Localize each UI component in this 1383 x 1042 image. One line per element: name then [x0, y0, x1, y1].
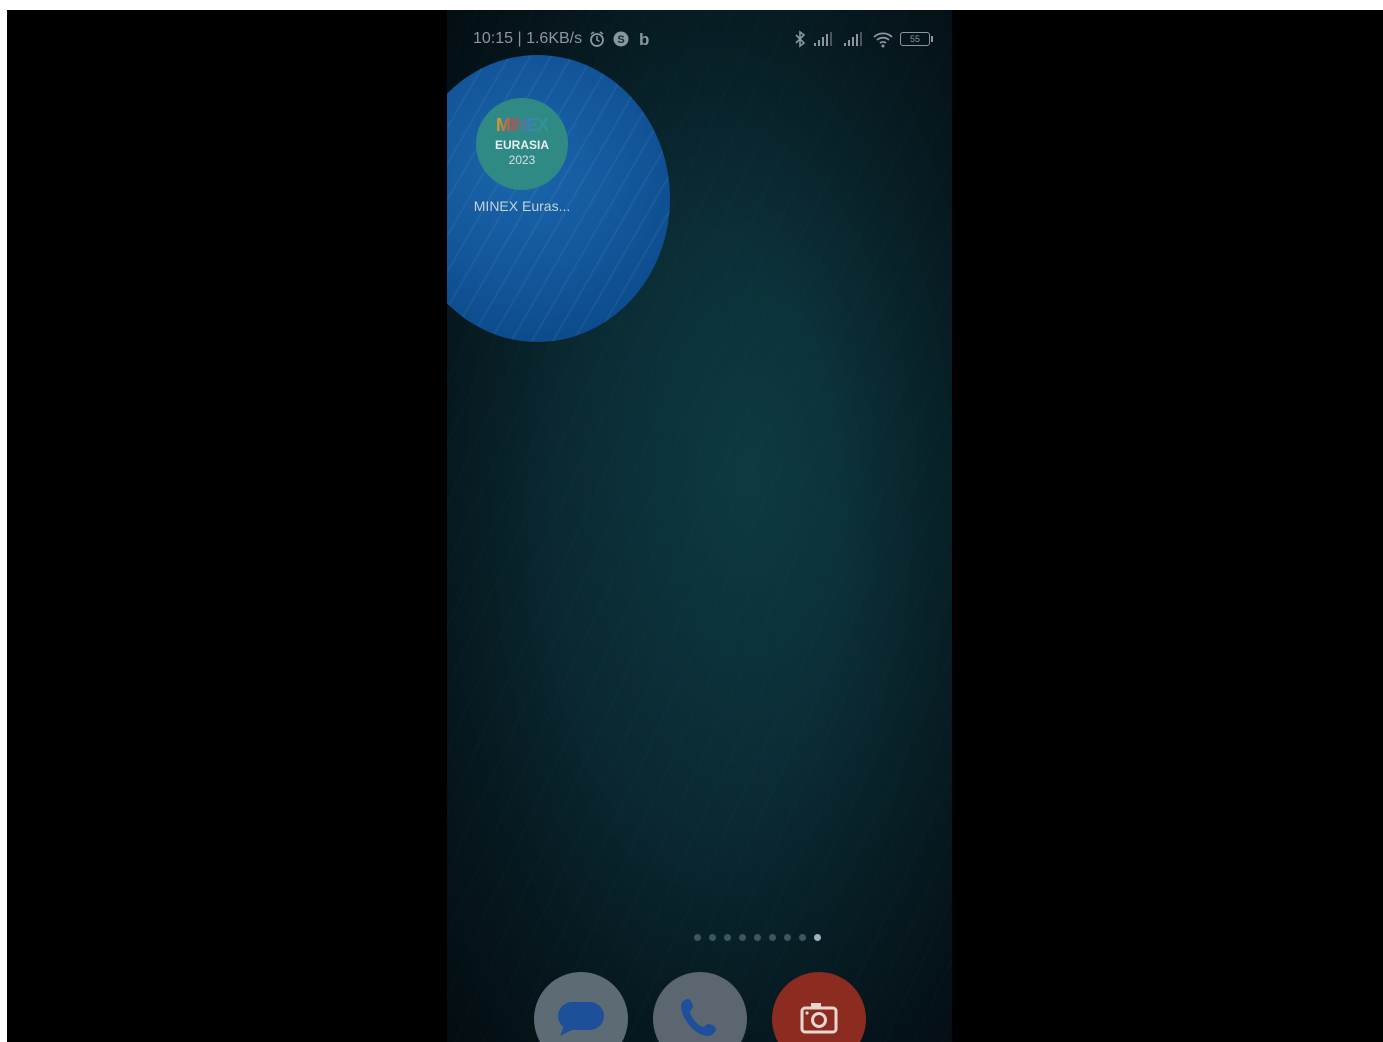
bluetooth-icon [794, 30, 806, 48]
page-indicator [447, 934, 952, 941]
app-label: MINEX Euras... [473, 198, 571, 214]
minex-eurasia-app-icon[interactable]: MINEX EURASIA 2023 [476, 98, 568, 190]
signal-icon-2 [842, 31, 866, 47]
page-dot[interactable] [783, 934, 791, 941]
camera-app-button[interactable] [771, 972, 866, 1042]
camera-icon [794, 992, 844, 1042]
status-bar: 10:15 | 1.6KB/s S b 55 [473, 28, 933, 50]
status-time-speed: 10:15 | 1.6KB/s [473, 30, 583, 47]
phone-app-button[interactable] [652, 972, 747, 1042]
page-dot[interactable] [693, 934, 701, 941]
b-app-icon: b [636, 30, 652, 48]
svg-text:b: b [639, 30, 649, 48]
dock [447, 972, 952, 1042]
messages-icon [550, 986, 612, 1042]
app-logo-year: 2023 [508, 153, 536, 167]
page-dot[interactable] [768, 934, 776, 941]
page-dot[interactable] [738, 934, 746, 941]
page-dot-active[interactable] [813, 934, 821, 941]
battery-icon: 55 [900, 32, 933, 46]
page-dot[interactable] [723, 934, 731, 941]
phone-icon [672, 989, 728, 1042]
page-dot[interactable] [708, 934, 716, 941]
signal-icon [812, 31, 836, 47]
skype-icon: S [612, 30, 630, 48]
messages-app-button[interactable] [533, 972, 628, 1042]
app-logo-subtitle: EURASIA [494, 138, 549, 152]
app-logo-text: MINEX [495, 115, 549, 135]
page-dot[interactable] [798, 934, 806, 941]
wifi-icon [872, 30, 894, 48]
svg-text:S: S [617, 34, 624, 46]
alarm-icon [588, 30, 606, 48]
phone-home-screen: 10:15 | 1.6KB/s S b 55 MINEX EURASIA 202… [447, 10, 952, 1042]
screen-frame: 10:15 | 1.6KB/s S b 55 MINEX EURASIA 202… [7, 10, 1383, 1042]
app-minex-eurasia[interactable]: MINEX EURASIA 2023 MINEX Euras... [467, 98, 577, 214]
page-dot[interactable] [753, 934, 761, 941]
